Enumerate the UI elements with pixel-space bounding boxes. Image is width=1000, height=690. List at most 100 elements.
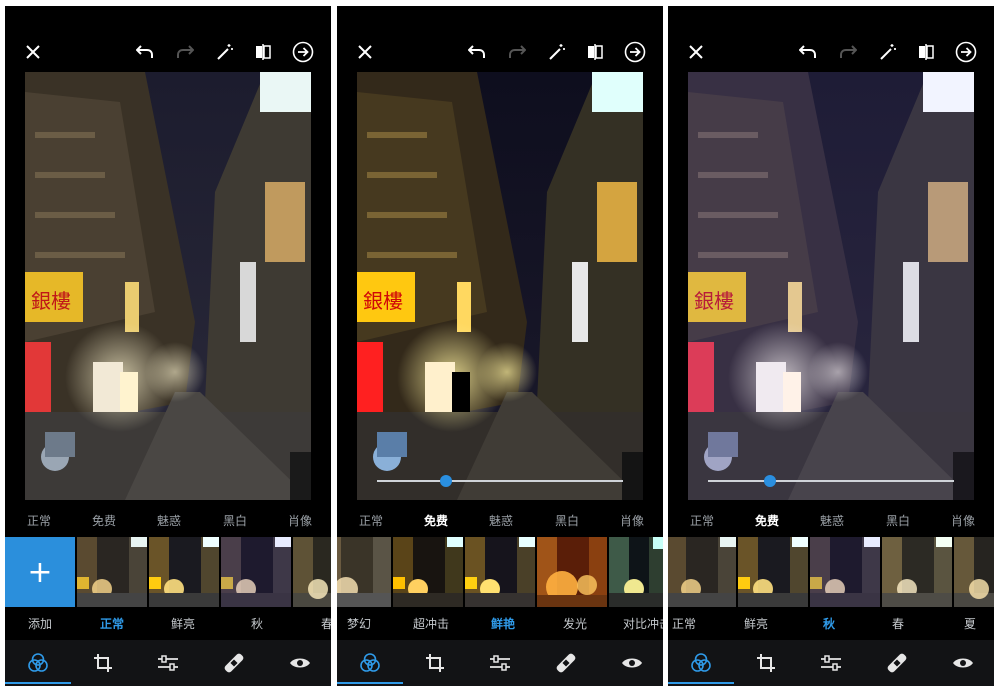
redo-icon[interactable]	[173, 40, 197, 64]
filter-label[interactable]: 添加	[28, 615, 52, 632]
category-tab[interactable]: 魅惑	[157, 512, 181, 529]
healing-icon[interactable]	[555, 652, 577, 674]
filter-thumbnail[interactable]	[393, 537, 463, 607]
preview-eye-icon[interactable]	[621, 652, 643, 674]
close-icon[interactable]	[684, 40, 708, 64]
filter-label[interactable]: 鲜亮	[744, 615, 768, 632]
category-tab[interactable]: 正常	[27, 512, 51, 529]
crop-icon[interactable]	[755, 652, 777, 674]
preview-eye-icon[interactable]	[952, 652, 974, 674]
category-tab[interactable]: 免费	[424, 512, 448, 529]
next-arrow-icon[interactable]	[954, 40, 978, 64]
adjust-icon[interactable]	[820, 652, 842, 674]
adjust-icon[interactable]	[157, 652, 179, 674]
plus-icon: +	[27, 554, 53, 590]
filter-label[interactable]: 春	[892, 615, 904, 632]
editor-screen-1: 銀樓 正常 免费 魅惑 黑白 肖像 + 添加 正常 鲜亮 秋 春	[5, 6, 331, 686]
compare-icon[interactable]	[583, 40, 607, 64]
filters-icon[interactable]	[359, 652, 381, 674]
filter-label[interactable]: 鲜艳	[491, 615, 515, 632]
category-tab[interactable]: 免费	[92, 512, 116, 529]
bottom-tool-bar	[337, 640, 663, 686]
category-tab[interactable]: 正常	[359, 512, 383, 529]
filter-thumbnail[interactable]	[609, 537, 663, 607]
magic-wand-icon[interactable]	[876, 40, 900, 64]
slider-handle[interactable]	[763, 475, 776, 487]
category-tab[interactable]: 肖像	[288, 512, 312, 529]
filter-thumbnail[interactable]	[293, 537, 331, 607]
compare-icon[interactable]	[914, 40, 938, 64]
filter-labels: 正常 鲜亮 秋 春 夏	[668, 610, 994, 636]
filter-labels: 添加 正常 鲜亮 秋 春	[5, 610, 331, 636]
category-tab[interactable]: 肖像	[951, 512, 975, 529]
filter-label[interactable]: 春	[321, 615, 331, 632]
filter-label[interactable]: 超冲击	[413, 615, 449, 632]
healing-icon[interactable]	[223, 652, 245, 674]
adjust-icon[interactable]	[489, 652, 511, 674]
filters-icon[interactable]	[690, 652, 712, 674]
next-arrow-icon[interactable]	[291, 40, 315, 64]
filter-label[interactable]: 夏	[964, 615, 976, 632]
bottom-tool-bar	[5, 640, 331, 686]
filter-label[interactable]: 正常	[672, 615, 696, 632]
sign-text: 銀樓	[31, 289, 71, 313]
filter-thumbnail[interactable]	[77, 537, 147, 607]
filter-thumbnail-strip	[668, 537, 994, 607]
redo-icon[interactable]	[505, 40, 529, 64]
filter-thumbnail[interactable]	[954, 537, 994, 607]
crop-icon[interactable]	[424, 652, 446, 674]
close-icon[interactable]	[353, 40, 377, 64]
magic-wand-icon[interactable]	[545, 40, 569, 64]
preview-eye-icon[interactable]	[289, 652, 311, 674]
undo-icon[interactable]	[796, 40, 820, 64]
filter-label[interactable]: 正常	[100, 615, 124, 632]
filter-strength-slider[interactable]	[708, 475, 954, 487]
filter-label[interactable]: 梦幻	[347, 615, 371, 632]
close-icon[interactable]	[21, 40, 45, 64]
category-tab[interactable]: 正常	[690, 512, 714, 529]
photo-preview: 銀樓	[357, 72, 643, 500]
filter-thumbnail[interactable]	[738, 537, 808, 607]
bottom-tool-bar	[668, 640, 994, 686]
magic-wand-icon[interactable]	[213, 40, 237, 64]
filter-thumbnail-strip	[337, 537, 663, 607]
filter-label[interactable]: 对比冲击	[623, 615, 663, 632]
undo-icon[interactable]	[465, 40, 489, 64]
category-tab[interactable]: 免费	[755, 512, 779, 529]
filter-label[interactable]: 秋	[251, 615, 263, 632]
category-tab[interactable]: 黑白	[223, 512, 247, 529]
category-tab[interactable]: 肖像	[620, 512, 644, 529]
category-tab[interactable]: 魅惑	[489, 512, 513, 529]
category-tab[interactable]: 黑白	[886, 512, 910, 529]
sign-text: 銀樓	[363, 289, 403, 313]
filter-thumbnail[interactable]	[668, 537, 736, 607]
filter-thumbnail[interactable]	[810, 537, 880, 607]
filters-icon[interactable]	[27, 652, 49, 674]
sign-text: 銀樓	[694, 289, 734, 313]
active-tool-underline	[668, 682, 734, 684]
slider-handle[interactable]	[439, 475, 452, 487]
compare-icon[interactable]	[251, 40, 275, 64]
filter-label[interactable]: 发光	[563, 615, 587, 632]
filter-strength-slider[interactable]	[377, 475, 623, 487]
undo-icon[interactable]	[133, 40, 157, 64]
add-filter-button[interactable]: +	[5, 537, 75, 607]
filter-thumbnail[interactable]	[465, 537, 535, 607]
healing-icon[interactable]	[886, 652, 908, 674]
filter-thumbnail[interactable]	[337, 537, 391, 607]
filter-thumbnail[interactable]	[537, 537, 607, 607]
crop-icon[interactable]	[92, 652, 114, 674]
redo-icon[interactable]	[836, 40, 860, 64]
filter-thumbnail[interactable]	[221, 537, 291, 607]
next-arrow-icon[interactable]	[623, 40, 647, 64]
filter-label[interactable]: 鲜亮	[171, 615, 195, 632]
category-tab[interactable]: 魅惑	[820, 512, 844, 529]
filter-category-tabs: 正常 免费 魅惑 黑白 肖像	[337, 504, 663, 536]
editor-screen-3: 銀樓 正常 免费 魅惑 黑白 肖像 正常 鲜亮 秋 春 夏	[668, 6, 994, 686]
top-toolbar	[5, 6, 331, 72]
editor-screen-2: 銀樓 正常 免费 魅惑 黑白 肖像 梦幻 超冲击 鲜艳 发光 对比冲	[337, 6, 663, 686]
category-tab[interactable]: 黑白	[555, 512, 579, 529]
filter-label[interactable]: 秋	[823, 615, 835, 632]
filter-thumbnail[interactable]	[882, 537, 952, 607]
filter-thumbnail[interactable]	[149, 537, 219, 607]
